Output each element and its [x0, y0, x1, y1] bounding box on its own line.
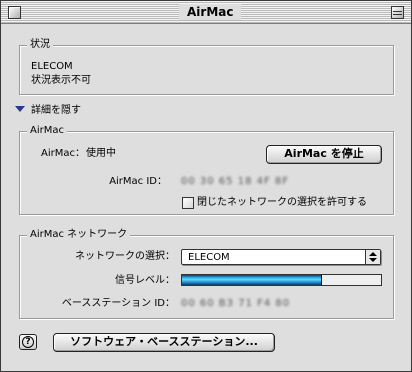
network-popup-menu[interactable]: ELECOM: [181, 249, 381, 265]
popup-arrows-icon: [365, 250, 380, 264]
stop-airmac-button[interactable]: AirMac を停止: [266, 145, 382, 164]
window-title: AirMac: [179, 4, 242, 20]
allow-closed-network-checkbox[interactable]: [182, 197, 194, 209]
base-station-id-label: ベースステーション ID：: [61, 298, 175, 309]
allow-closed-network-label[interactable]: 閉じたネットワークの選択を許可する: [197, 197, 367, 209]
signal-level-fill: [182, 275, 323, 285]
status-network: ELECOM: [31, 61, 73, 72]
collapse-box-icon[interactable]: [391, 6, 404, 19]
status-group: [19, 45, 394, 95]
disclosure-triangle-icon[interactable]: [15, 106, 25, 112]
airmac-state-label: AirMac：: [41, 148, 85, 159]
help-button[interactable]: ?: [19, 334, 37, 350]
signal-level-bar: [181, 274, 382, 286]
airmac-network-group-title: AirMac ネットワーク: [27, 229, 131, 241]
title-bar[interactable]: AirMac: [1, 1, 411, 24]
help-icon: ?: [22, 336, 34, 348]
airmac-window: AirMac 状況 ELECOM 状況表示不可 詳細を隠す AirMac Air…: [0, 0, 412, 372]
status-message: 状況表示不可: [31, 75, 91, 86]
base-station-id-value: 00 60 B3 71 F4 80: [181, 298, 291, 309]
network-select-label: ネットワークの選択：: [75, 251, 175, 262]
signal-level-label: 信号レベル：: [115, 275, 175, 286]
airmac-id-value: 00 30 65 18 4F 8F: [181, 176, 290, 187]
airmac-state-value: 使用中: [86, 148, 116, 159]
software-base-station-button[interactable]: ソフトウェア・ベースステーション...: [53, 333, 275, 352]
status-group-title: 状況: [27, 39, 53, 51]
network-popup-value: ELECOM: [188, 252, 230, 263]
details-toggle[interactable]: 詳細を隠す: [31, 105, 81, 117]
airmac-group-title: AirMac: [27, 125, 67, 137]
close-box-icon[interactable]: [8, 6, 21, 19]
airmac-id-label: AirMac ID：: [109, 176, 167, 187]
